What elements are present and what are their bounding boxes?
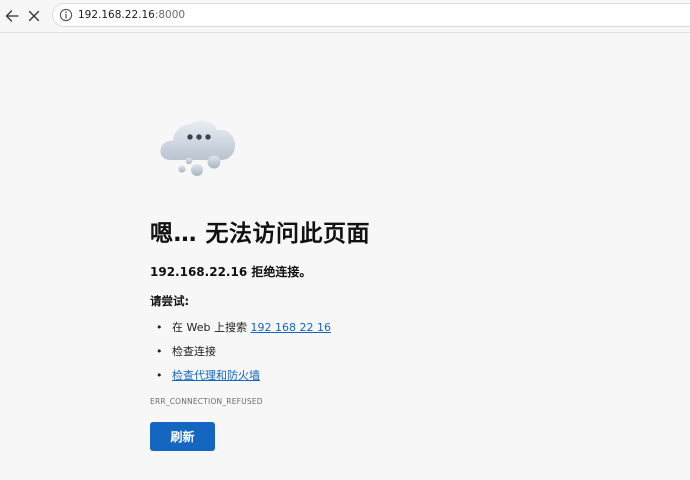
browser-toolbar: 192.168.22.16:8000 xyxy=(0,0,690,33)
cloud-icon xyxy=(160,120,236,176)
suggestion-item: • 在 Web 上搜索 192 168 22 16 xyxy=(156,319,331,335)
refresh-button[interactable]: 刷新 xyxy=(150,422,215,451)
suggestion-search-prefix: 在 Web 上搜索 xyxy=(172,321,251,334)
back-button[interactable] xyxy=(0,4,24,28)
url-text[interactable]: 192.168.22.16:8000 xyxy=(78,8,185,22)
info-icon[interactable] xyxy=(59,8,73,22)
suggestion-item: • 检查连接 xyxy=(156,343,216,359)
check-proxy-firewall-link[interactable]: 检查代理和防火墙 xyxy=(172,369,260,382)
stop-loading-button[interactable] xyxy=(22,4,46,28)
url-port: :8000 xyxy=(154,9,186,21)
error-code: ERR_CONNECTION_REFUSED xyxy=(150,397,263,406)
bullet: • xyxy=(156,345,163,358)
try-label: 请尝试: xyxy=(150,294,190,308)
back-arrow-icon xyxy=(5,10,19,22)
search-web-link[interactable]: 192 168 22 16 xyxy=(250,321,330,334)
suggestion-check-connection: 检查连接 xyxy=(172,345,216,358)
page-title: 嗯… 无法访问此页面 xyxy=(150,221,371,247)
bullet: • xyxy=(156,321,163,334)
suggestion-item: • 检查代理和防火墙 xyxy=(156,367,260,383)
error-message: 192.168.22.16 拒绝连接。 xyxy=(150,265,312,279)
bullet: • xyxy=(156,369,163,382)
address-bar[interactable]: 192.168.22.16:8000 xyxy=(52,3,690,27)
url-host: 192.168.22.16 xyxy=(78,9,155,21)
close-icon xyxy=(28,10,40,22)
